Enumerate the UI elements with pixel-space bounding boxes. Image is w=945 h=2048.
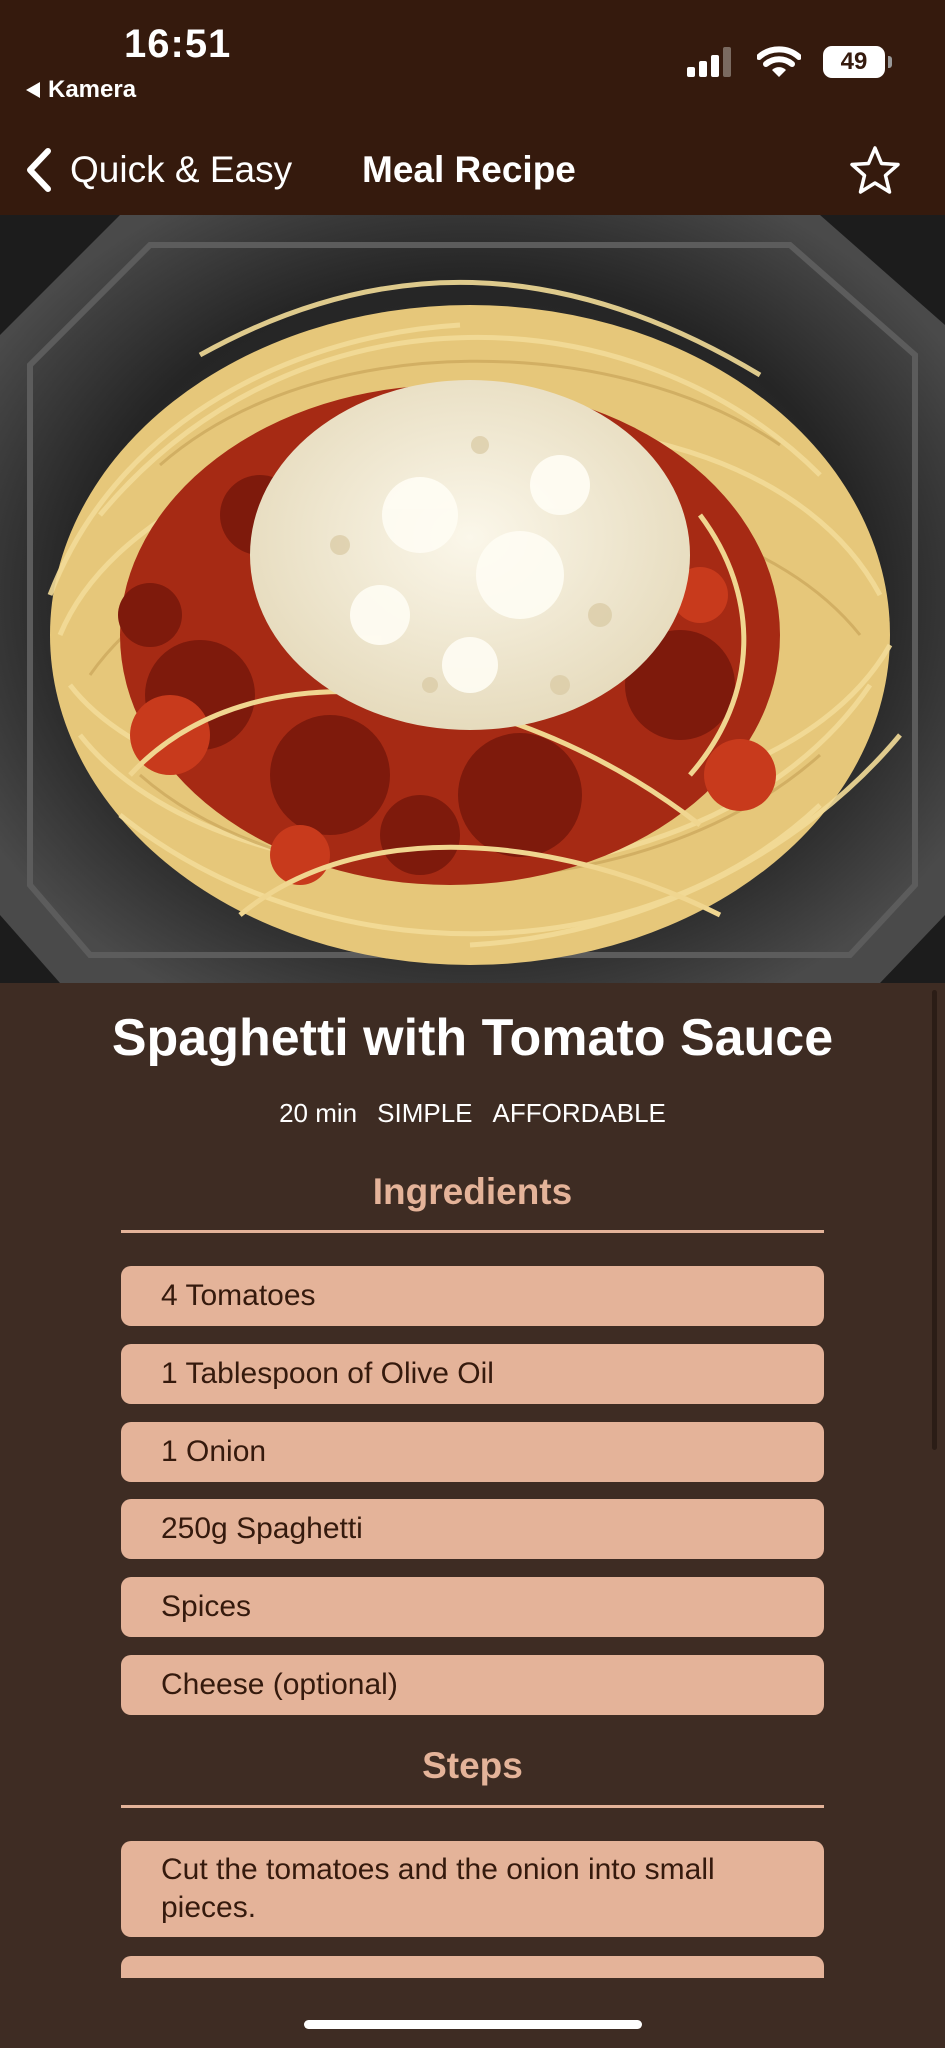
recipe-title: Spaghetti with Tomato Sauce	[111, 1009, 834, 1067]
steps-heading: Steps	[422, 1745, 523, 1786]
ingredient-item: 1 Tablespoon of Olive Oil	[121, 1344, 824, 1404]
step-item: Cut the tomatoes and the onion into smal…	[121, 1841, 824, 1937]
ingredient-item: Cheese (optional)	[121, 1655, 824, 1715]
star-icon	[850, 146, 900, 194]
signal-icon	[687, 47, 731, 77]
battery-icon: 49	[823, 46, 892, 78]
steps-divider	[121, 1805, 824, 1808]
nav-back-label: Quick & Easy	[70, 149, 293, 190]
navigation-bar: Quick & Easy Meal Recipe	[0, 140, 945, 200]
ingredient-item: 4 Tomatoes	[121, 1266, 824, 1326]
chevron-left-icon	[27, 148, 51, 192]
wifi-icon	[757, 46, 801, 77]
battery-level: 49	[840, 48, 868, 75]
nav-back-button[interactable]: Quick & Easy	[26, 140, 292, 200]
status-time: 16:51	[124, 22, 232, 66]
scrollbar[interactable]	[932, 990, 937, 1450]
back-triangle-icon	[26, 82, 40, 98]
recipe-details[interactable]: Spaghetti with Tomato Sauce 20 min SIMPL…	[0, 983, 945, 1978]
recipe-meta: 20 min SIMPLE AFFORDABLE	[0, 1098, 945, 1129]
status-icons: 49	[687, 46, 892, 78]
nav-title: Meal Recipe	[362, 149, 576, 190]
step-item-partial	[121, 1956, 824, 1978]
recipe-complexity: SIMPLE	[377, 1098, 473, 1128]
back-to-app-link[interactable]: Kamera	[26, 76, 136, 104]
ingredients-heading: Ingredients	[372, 1171, 573, 1212]
recipe-image	[0, 215, 945, 983]
top-bar: 16:51 Kamera 49 Quick & Easy Meal Recipe	[0, 0, 945, 215]
ingredients-divider	[121, 1230, 824, 1233]
recipe-duration: 20 min	[279, 1098, 358, 1128]
favorite-button[interactable]	[849, 145, 901, 200]
ingredient-item: 250g Spaghetti	[121, 1499, 824, 1559]
home-indicator[interactable]	[304, 2020, 642, 2029]
recipe-affordability: AFFORDABLE	[492, 1098, 666, 1128]
ingredient-item: Spices	[121, 1577, 824, 1637]
ingredient-item: 1 Onion	[121, 1422, 824, 1482]
back-app-label: Kamera	[48, 76, 137, 103]
